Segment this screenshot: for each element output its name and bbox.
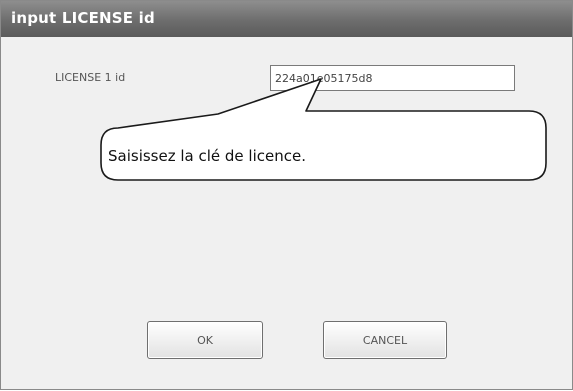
callout-text: Saisissez la clé de licence. (108, 147, 306, 165)
license-id-input[interactable] (270, 65, 515, 91)
instruction-callout (100, 78, 547, 181)
license-id-label: LICENSE 1 id (55, 71, 126, 84)
ok-button[interactable]: OK (147, 321, 263, 359)
window-title: input LICENSE id (11, 9, 155, 27)
license-dialog: input LICENSE id LICENSE 1 id Saisissez … (0, 0, 573, 390)
title-bar: input LICENSE id (1, 1, 572, 37)
cancel-button[interactable]: CANCEL (323, 321, 447, 359)
